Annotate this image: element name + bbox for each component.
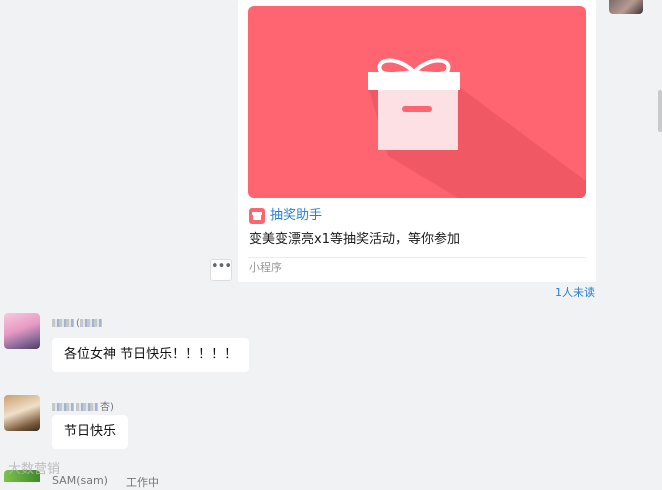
blurred-name [52, 403, 74, 411]
card-description: 变美变漂亮x1等抽奖活动，等你参加 [249, 232, 460, 247]
read-status[interactable]: 1人未读 [555, 284, 595, 300]
message-bubble[interactable]: 节日快乐 [52, 415, 129, 449]
blurred-name [76, 403, 98, 411]
sender-name: ( [52, 318, 104, 329]
more-options-button[interactable]: ••• [210, 259, 232, 281]
mini-program-icon [249, 208, 265, 224]
own-avatar[interactable] [609, 0, 643, 14]
avatar[interactable] [4, 313, 40, 349]
blurred-name [79, 319, 102, 327]
card-divider [248, 257, 586, 258]
sender-name: SAM(sam) [52, 474, 108, 487]
blurred-name [52, 319, 74, 327]
mini-program-name[interactable]: 抽奖助手 [270, 207, 322, 225]
card-footer-label: 小程序 [249, 261, 282, 274]
scrollbar-thumb[interactable] [658, 90, 662, 132]
card-cover-image[interactable] [248, 6, 586, 198]
message-bubble[interactable]: 各位女神 节日快乐！！！！！ [52, 338, 250, 372]
sender-name: 杏) [52, 398, 114, 413]
avatar[interactable] [4, 395, 40, 431]
gift-icon [368, 58, 586, 198]
status-label: 工作中 [126, 476, 159, 489]
